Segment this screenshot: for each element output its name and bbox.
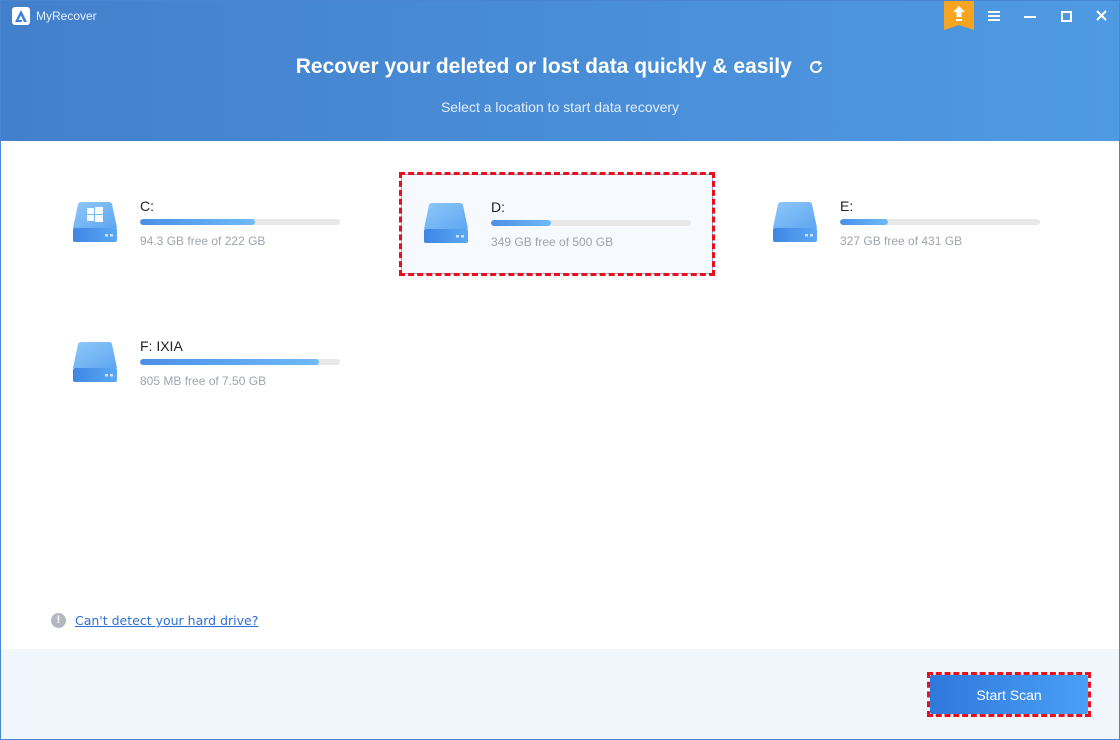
maximize-button[interactable] — [1054, 5, 1078, 27]
drive-capacity-text: 805 MB free of 7.50 GB — [140, 374, 267, 388]
drive-card[interactable]: E: 327 GB free of 431 GB — [751, 174, 1063, 274]
minimize-button[interactable] — [1018, 5, 1042, 27]
start-scan-button[interactable]: Start Scan — [930, 675, 1088, 714]
drive-usage-fill — [491, 220, 552, 226]
drive-usage-bar — [140, 219, 340, 225]
app-title: MyRecover — [36, 9, 97, 23]
title-bar: MyRecover — [1, 1, 1119, 33]
myrecover-logo-icon — [12, 7, 30, 25]
exclamation-info-icon: ! — [51, 613, 66, 628]
drive-usage-bar — [491, 220, 691, 226]
header-banner: MyRecover Recover your deleted or lost d… — [1, 1, 1119, 141]
maximize-icon — [1061, 11, 1072, 22]
subtitle: Select a location to start data recovery — [440, 99, 680, 115]
close-button[interactable] — [1089, 5, 1113, 27]
drive-name: D: — [491, 199, 505, 215]
windows-drive-icon — [73, 202, 117, 242]
hard-drive-icon — [424, 203, 468, 243]
drive-capacity-text: 327 GB free of 431 GB — [840, 234, 963, 248]
drive-card[interactable]: C: 94.3 GB free of 222 GB — [51, 174, 363, 274]
page-title: Recover your deleted or lost data quickl… — [295, 55, 792, 78]
app-window: MyRecover Recover your deleted or lost d… — [0, 0, 1120, 740]
drive-name: E: — [840, 198, 854, 214]
upgrade-button[interactable] — [944, 1, 974, 31]
drive-name: F: IXIA — [140, 338, 183, 354]
drive-usage-bar — [840, 219, 1040, 225]
drive-card[interactable]: F: IXIA 805 MB free of 7.50 GB — [51, 314, 363, 414]
headline: Recover your deleted or lost data quickl… — [1, 55, 1119, 80]
drive-capacity-text: 94.3 GB free of 222 GB — [140, 234, 266, 248]
hard-drive-icon — [773, 202, 817, 242]
drive-usage-fill — [840, 219, 889, 225]
close-icon — [1096, 10, 1107, 21]
upgrade-arrow-icon — [944, 1, 974, 30]
cant-detect-drive-link[interactable]: Can't detect your hard drive? — [75, 613, 258, 628]
drive-card[interactable]: D: 349 GB free of 500 GB — [399, 172, 715, 276]
drive-capacity-text: 349 GB free of 500 GB — [491, 235, 614, 249]
drive-usage-bar — [140, 359, 340, 365]
drive-name: C: — [140, 198, 154, 214]
refresh-icon[interactable] — [808, 59, 824, 80]
menu-button[interactable] — [982, 5, 1006, 27]
drive-usage-fill — [140, 359, 319, 365]
drive-usage-fill — [140, 219, 255, 225]
hamburger-menu-icon — [988, 11, 1000, 21]
hard-drive-icon — [73, 342, 117, 382]
minimize-icon — [1024, 16, 1036, 18]
